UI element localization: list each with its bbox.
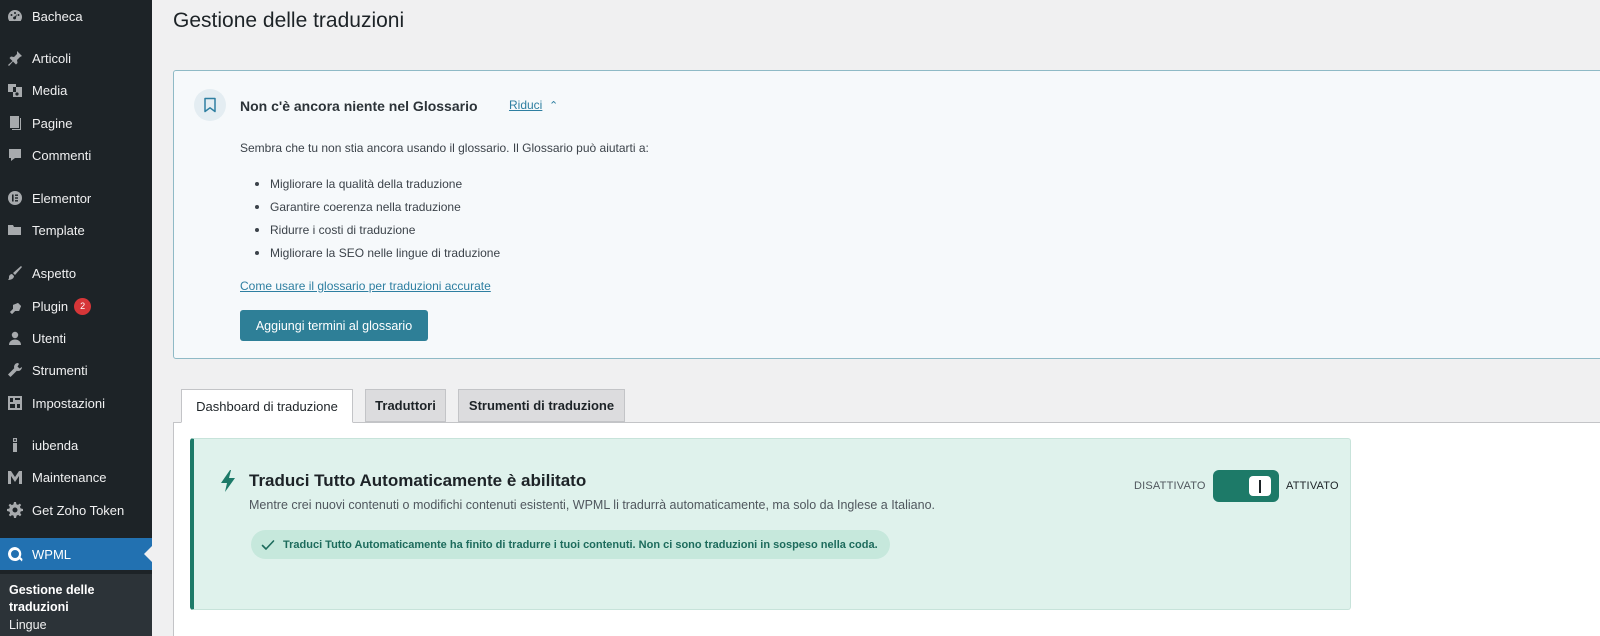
- sidebar-item-label: Get Zoho Token: [32, 502, 125, 518]
- sidebar-item-label: Commenti: [32, 147, 92, 163]
- admin-sidebar: Bacheca Articoli Media Pagine Commenti E…: [0, 0, 152, 636]
- tab-dashboard-di-traduzione[interactable]: Dashboard di traduzione: [181, 389, 353, 423]
- chevron-up-icon[interactable]: ⌃: [549, 99, 558, 112]
- tab-traduttori[interactable]: Traduttori: [365, 389, 446, 422]
- submenu-item-lingue[interactable]: Lingue: [9, 618, 47, 632]
- glossary-intro: Sembra che tu non stia ancora usando il …: [240, 141, 649, 155]
- sidebar-item-iubenda[interactable]: iubenda: [0, 429, 152, 461]
- sidebar-item-pagine[interactable]: Pagine: [0, 107, 152, 139]
- glossary-notice: Non c'è ancora niente nel Glossario Ridu…: [173, 70, 1600, 359]
- sidebar-item-plugin[interactable]: Plugin 2: [0, 290, 152, 322]
- auto-translate-toggle[interactable]: [1213, 470, 1279, 502]
- user-icon: [6, 329, 24, 347]
- sidebar-item-label: Bacheca: [32, 8, 83, 24]
- sidebar-item-get-zoho-token[interactable]: Get Zoho Token: [0, 494, 152, 526]
- sidebar-item-label: iubenda: [32, 437, 79, 453]
- toggle-off-label: DISATTIVATO: [1134, 480, 1206, 492]
- elementor-icon: [6, 189, 24, 207]
- page-title: Gestione delle traduzioni: [173, 9, 405, 32]
- bookmark-icon: [194, 89, 226, 121]
- dashboard-icon: [6, 7, 24, 25]
- media-icon: [6, 81, 24, 99]
- settings-icon: [6, 394, 24, 412]
- list-item: Migliorare la qualità della traduzione: [240, 172, 500, 195]
- glossary-benefits-list: Migliorare la qualità della traduzione G…: [240, 172, 500, 264]
- wpml-submenu: Gestione delle traduzioni Lingue: [0, 574, 152, 636]
- pin-icon: [6, 49, 24, 67]
- sidebar-item-template[interactable]: Template: [0, 214, 152, 246]
- sidebar-item-utenti[interactable]: Utenti: [0, 322, 152, 354]
- brush-icon: [6, 264, 24, 282]
- sidebar-item-impostazioni[interactable]: Impostazioni: [0, 387, 152, 419]
- sidebar-item-wpml[interactable]: WPML: [0, 538, 152, 570]
- sidebar-item-label: WPML: [32, 546, 71, 562]
- sidebar-item-commenti[interactable]: Commenti: [0, 139, 152, 171]
- auto-translate-description: Mentre crei nuovi contenuti o modifichi …: [249, 498, 935, 512]
- sidebar-item-strumenti[interactable]: Strumenti: [0, 354, 152, 386]
- sidebar-item-label: Utenti: [32, 330, 66, 346]
- plugin-icon: [6, 297, 24, 315]
- list-item: Garantire coerenza nella traduzione: [240, 195, 500, 218]
- glossary-title: Non c'è ancora niente nel Glossario: [240, 98, 478, 114]
- bolt-icon: [221, 470, 235, 492]
- tab-strumenti-di-traduzione[interactable]: Strumenti di traduzione: [458, 389, 625, 422]
- status-badge: Traduci Tutto Automaticamente ha finito …: [251, 530, 890, 559]
- sidebar-item-maintenance[interactable]: Maintenance: [0, 461, 152, 493]
- list-item: Migliorare la SEO nelle lingue di traduz…: [240, 241, 500, 264]
- folder-icon: [6, 221, 24, 239]
- sidebar-item-label: Aspetto: [32, 265, 77, 281]
- sidebar-item-label: Pagine: [32, 115, 73, 131]
- sidebar-item-articoli[interactable]: Articoli: [0, 42, 152, 74]
- comments-icon: [6, 146, 24, 164]
- toggle-on-label: ATTIVATO: [1286, 480, 1339, 492]
- sidebar-item-label: Strumenti: [32, 362, 88, 378]
- plugin-update-badge: 2: [74, 297, 92, 315]
- sidebar-item-bacheca[interactable]: Bacheca: [0, 0, 152, 32]
- add-glossary-terms-button[interactable]: Aggiungi termini al glossario: [240, 310, 428, 341]
- gear-icon: [6, 501, 24, 519]
- iubenda-icon: [6, 436, 24, 454]
- pages-icon: [6, 114, 24, 132]
- sidebar-item-label: Elementor: [32, 190, 92, 206]
- sidebar-item-aspetto[interactable]: Aspetto: [0, 257, 152, 289]
- auto-translate-panel: Traduci Tutto Automaticamente è abilitat…: [190, 438, 1351, 610]
- sidebar-item-label: Media: [32, 82, 68, 98]
- sidebar-item-label: Articoli: [32, 50, 72, 66]
- glossary-help-link[interactable]: Come usare il glossario per traduzioni a…: [240, 279, 491, 293]
- sidebar-item-label: Impostazioni: [32, 395, 105, 411]
- sidebar-item-elementor[interactable]: Elementor: [0, 182, 152, 214]
- wpml-icon: [6, 545, 24, 563]
- maintenance-icon: [6, 468, 24, 486]
- submenu-item-gestione-traduzioni[interactable]: Gestione delle traduzioni: [9, 582, 139, 616]
- wrench-icon: [6, 361, 24, 379]
- status-text: Traduci Tutto Automaticamente ha finito …: [283, 538, 878, 551]
- sidebar-item-label: Maintenance: [32, 469, 107, 485]
- toggle-knob: [1249, 476, 1271, 496]
- collapse-link[interactable]: Riduci: [509, 98, 542, 112]
- list-item: Ridurre i costi di traduzione: [240, 218, 500, 241]
- checkmark-icon: [261, 539, 275, 550]
- sidebar-item-label: Plugin: [32, 298, 69, 314]
- auto-translate-title: Traduci Tutto Automaticamente è abilitat…: [249, 471, 587, 490]
- sidebar-item-media[interactable]: Media: [0, 74, 152, 106]
- sidebar-item-label: Template: [32, 222, 85, 238]
